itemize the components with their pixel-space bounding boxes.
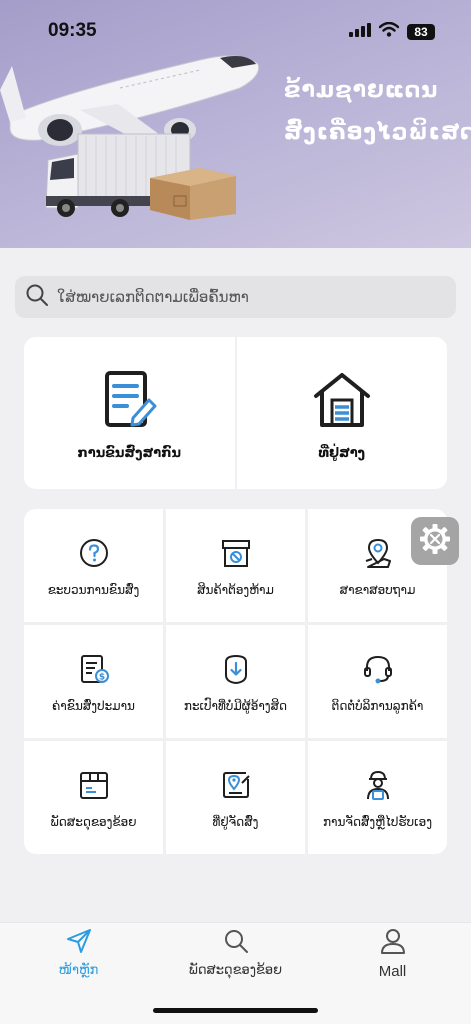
status-icons: 83 [349, 21, 435, 41]
shipping-process-label: ຂະບວນການຂົນສົ່ງ [47, 583, 140, 597]
airplane-truck-illustration [0, 55, 260, 220]
delivery-address-label: ທີ່ຢູ່ຈັດສົ່ງ [212, 815, 259, 829]
prohibited-items-tile[interactable]: ສິນຄ້າຕ້ອງຫ້າມ [166, 509, 305, 622]
delivery-or-pickup-tile[interactable]: ການຈັດສົ່ງຫຼືໄປຮັບເອງ [308, 741, 447, 854]
international-shipping-label: ການຂົນສົ່ງສາກົນ [77, 446, 182, 461]
unclaimed-bags-label: ກະເປົາທີ່ບໍ່ມີຜູ້ອ້າງສິດ [183, 699, 288, 713]
warehouse-icon [312, 370, 372, 434]
my-parcels-label: ພັດສະດຸຂອງຂ້ອຍ [50, 815, 137, 829]
location-pin-icon [362, 537, 394, 573]
warehouse-address-label: ທີ່ຢູ່ສາງ [318, 446, 366, 461]
send-icon [65, 927, 93, 959]
document-edit-icon [99, 370, 159, 434]
parcel-box-icon [78, 769, 110, 805]
branch-inquiry-label: ສາຂາສອບຖາມ [339, 583, 416, 597]
tab-my-parcels[interactable]: ພັດສະດຸຂອງຂ້ອຍ [157, 927, 314, 978]
tracking-search-bar[interactable] [15, 276, 456, 318]
tab-mall[interactable]: Mall [314, 927, 471, 980]
service-grid: ຂະບວນການຂົນສົ່ງ ສິນຄ້າຕ້ອງຫ້າມ ສາຂາສອບຖາ… [24, 509, 447, 854]
search-input[interactable] [57, 288, 447, 306]
tab-mall-label: Mall [378, 963, 407, 980]
tab-home[interactable]: ໜ້າຫຼັກ [0, 927, 157, 978]
warehouse-address-card[interactable]: ທີ່ຢູ່ສາງ [236, 337, 447, 489]
shipping-estimate-tile[interactable]: $ ຄ່າຂົນສົ່ງປະມານ [24, 625, 163, 738]
wifi-icon [378, 21, 400, 41]
customer-service-label: ຕິດຕໍ່ບໍລິການລູກຄ້າ [331, 699, 424, 713]
unclaimed-bag-icon [220, 653, 252, 689]
headset-icon [362, 653, 394, 689]
tab-my-parcels-label: ພັດສະດຸຂອງຂ້ອຍ [188, 963, 283, 978]
battery-icon: 83 [407, 23, 435, 40]
delivery-address-tile[interactable]: ທີ່ຢູ່ຈັດສົ່ງ [166, 741, 305, 854]
delivery-address-icon [220, 769, 252, 805]
home-indicator [153, 1008, 318, 1013]
tab-home-label: ໜ້າຫຼັກ [58, 963, 99, 978]
prohibited-items-label: ສິນຄ້າຕ້ອງຫ້າມ [197, 583, 274, 597]
courier-icon [362, 769, 394, 805]
person-icon [379, 927, 407, 959]
shipping-process-tile[interactable]: ຂະບວນການຂົນສົ່ງ [24, 509, 163, 622]
prohibited-box-icon [220, 537, 252, 573]
shipping-estimate-label: ຄ່າຂົນສົ່ງປະມານ [52, 699, 135, 713]
customer-service-tile[interactable]: ຕິດຕໍ່ບໍລິການລູກຄ້າ [308, 625, 447, 738]
settings-gear-icon [418, 522, 452, 560]
delivery-or-pickup-label: ການຈັດສົ່ງຫຼືໄປຮັບເອງ [322, 815, 433, 829]
search-icon [25, 283, 49, 311]
question-circle-icon [78, 537, 110, 573]
fee-document-icon: $ [78, 653, 110, 689]
hero-banner[interactable]: 09:35 83 ຂ້າມຊາຍແດນ ສົ່ງເຄື່ອງໄວພິເສດ [0, 0, 471, 248]
cellular-icon [349, 22, 371, 41]
floating-settings-button[interactable] [411, 517, 459, 565]
my-parcels-tile[interactable]: ພັດສະດຸຂອງຂ້ອຍ [24, 741, 163, 854]
search-icon [222, 927, 250, 959]
international-shipping-card[interactable]: ການຂົນສົ່ງສາກົນ [24, 337, 235, 489]
hero-subheadline: ສົ່ງເຄື່ອງໄວພິເສດ [284, 120, 471, 145]
top-cards: ການຂົນສົ່ງສາກົນ ທີ່ຢູ່ສາງ [24, 337, 447, 489]
unclaimed-bags-tile[interactable]: ກະເປົາທີ່ບໍ່ມີຜູ້ອ້າງສິດ [166, 625, 305, 738]
hero-headline: ຂ້າມຊາຍແດນ [284, 78, 439, 103]
svg-text:$: $ [98, 673, 104, 683]
